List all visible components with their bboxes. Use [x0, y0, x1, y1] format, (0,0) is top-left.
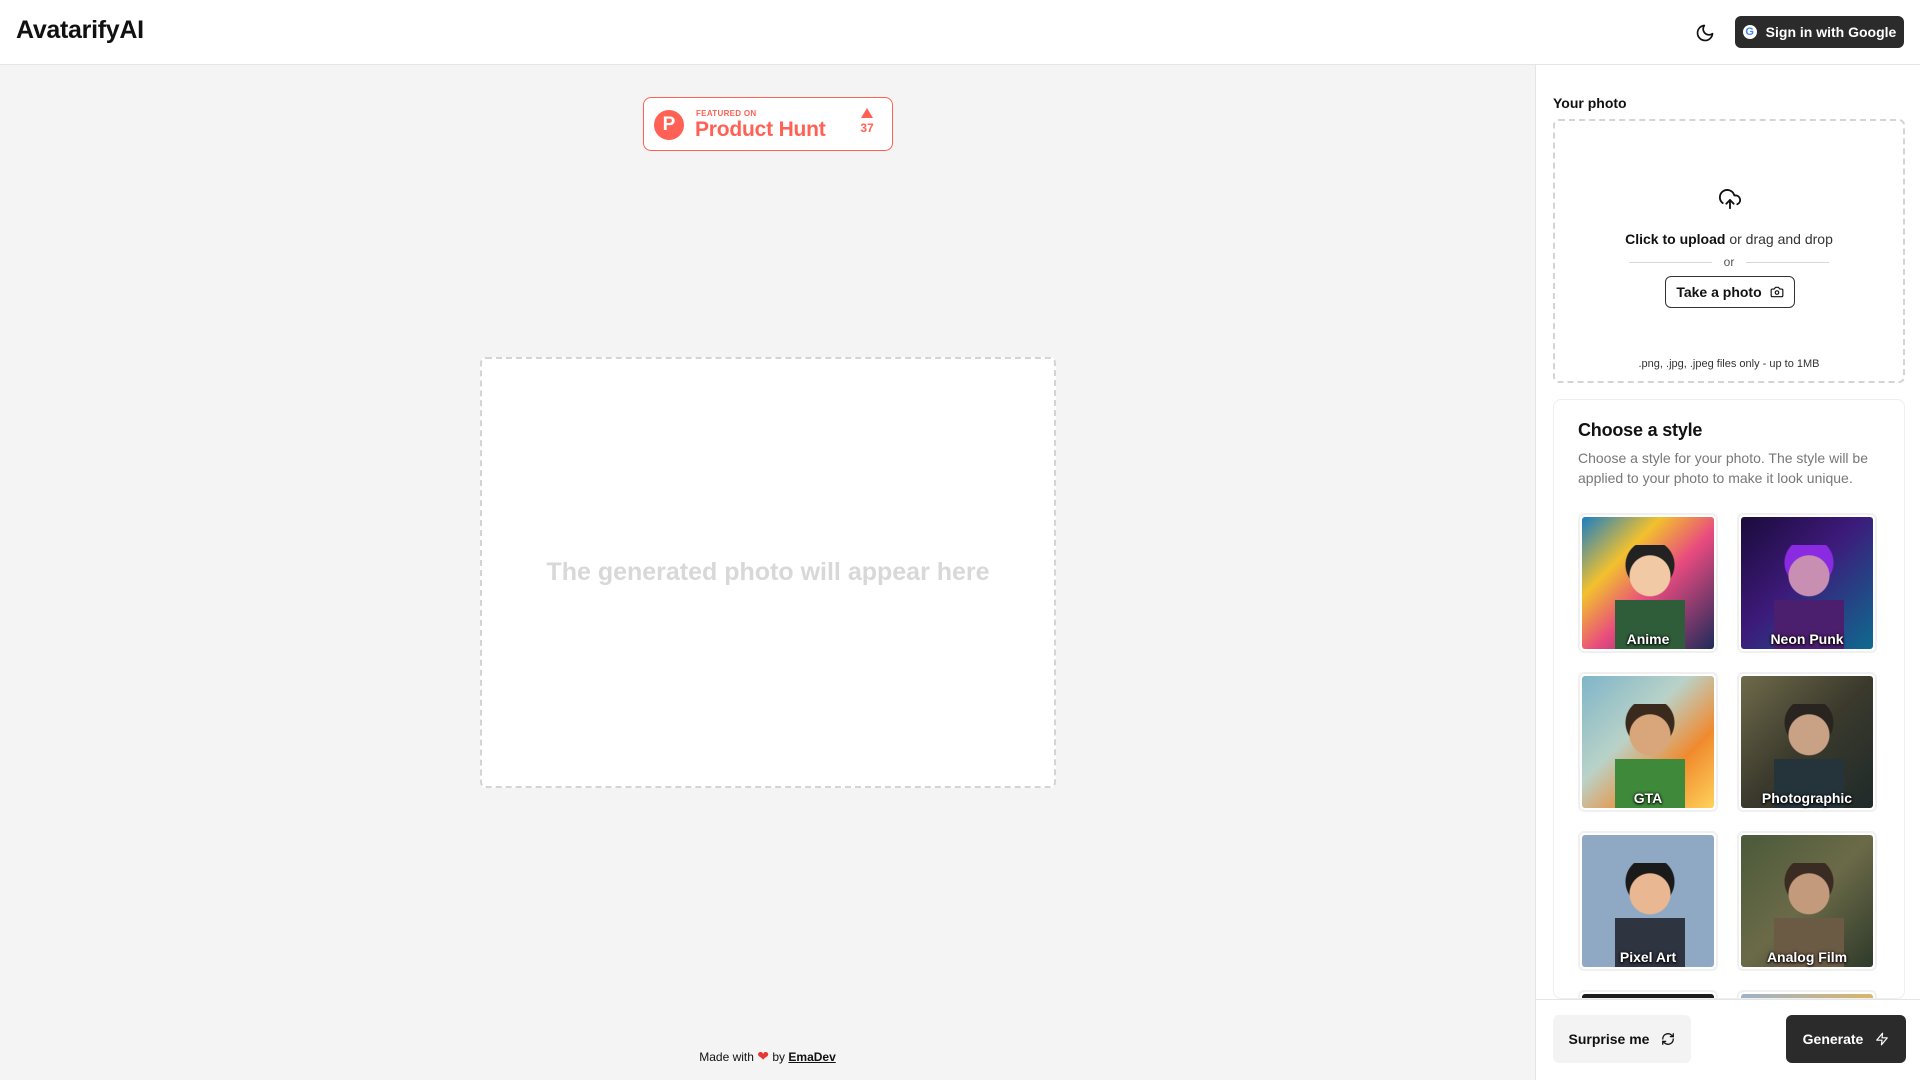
app-logo[interactable]: AvatarifyAI [16, 16, 144, 45]
divider-line [1746, 261, 1830, 263]
style-neon-punk[interactable]: Neon Punk [1737, 513, 1877, 653]
style-label: Neon Punk [1770, 631, 1844, 647]
style-gta[interactable]: GTA [1578, 672, 1718, 812]
style-anime[interactable]: Anime [1578, 513, 1718, 653]
style-analog-film[interactable]: Analog Film [1737, 831, 1877, 971]
divider-line [1629, 261, 1712, 263]
footer-made-with: Made with [699, 1050, 754, 1064]
pixel-art-thumbnail [1582, 835, 1714, 967]
product-hunt-badge[interactable]: P FEATURED ON Product Hunt 37 [643, 97, 893, 151]
theme-toggle-button[interactable] [1690, 18, 1720, 48]
lightning-icon [1876, 1032, 1889, 1046]
sign-in-label: Sign in with Google [1765, 24, 1897, 40]
style-label: GTA [1633, 790, 1663, 806]
neon-punk-thumbnail [1741, 517, 1873, 649]
analog-film-thumbnail [1741, 835, 1873, 967]
style-label: Anime [1626, 631, 1670, 647]
google-icon: G [1742, 25, 1757, 39]
choose-style-title: Choose a style [1578, 420, 1703, 440]
placeholder-text: The generated photo will appear here [546, 558, 990, 586]
preview-area: P FEATURED ON Product Hunt 37 The genera… [0, 65, 1535, 1080]
product-hunt-featured-label: FEATURED ON [696, 109, 757, 118]
style-pixel-art[interactable]: Pixel Art [1578, 831, 1718, 971]
drag-drop-text: or drag and drop [1729, 231, 1833, 247]
style-chooser: Choose a style Choose a style for your p… [1553, 399, 1905, 999]
sign-in-google-button[interactable]: G Sign in with Google [1735, 16, 1904, 48]
or-divider: or [1629, 255, 1830, 269]
take-photo-label: Take a photo [1676, 284, 1762, 300]
style-label: Pixel Art [1619, 949, 1677, 965]
surprise-me-button[interactable]: Surprise me [1553, 1015, 1691, 1063]
style-tile-partial[interactable] [1578, 990, 1718, 998]
vote-count: 37 [860, 121, 874, 135]
settings-sidebar: Your photo Click to upload or drag and d… [1535, 65, 1920, 1080]
author-link[interactable]: EmaDev [788, 1050, 835, 1064]
generated-photo-placeholder: The generated photo will appear here [480, 357, 1056, 788]
click-to-upload-text[interactable]: Click to upload [1625, 231, 1725, 247]
choose-style-description: Choose a style for your photo. The style… [1578, 450, 1869, 486]
or-text: or [1723, 255, 1735, 269]
gta-thumbnail [1582, 676, 1714, 808]
product-hunt-name: Product Hunt [695, 118, 826, 141]
footer-by: by [772, 1050, 786, 1064]
heart-icon: ❤ [757, 1048, 770, 1064]
surprise-me-label: Surprise me [1568, 1031, 1650, 1047]
your-photo-label: Your photo [1553, 95, 1627, 111]
shuffle-icon [1662, 1033, 1675, 1045]
moon-icon [1696, 24, 1714, 42]
product-hunt-votes: 37 [852, 108, 882, 135]
style-photographic[interactable]: Photographic [1737, 672, 1877, 812]
photographic-thumbnail [1741, 676, 1873, 808]
camera-icon [1770, 286, 1784, 298]
generate-button[interactable]: Generate [1786, 1015, 1906, 1063]
generate-label: Generate [1802, 1031, 1864, 1047]
action-bar: Surprise me Generate [1536, 999, 1920, 1080]
upvote-arrow-icon [861, 108, 873, 118]
anime-thumbnail [1582, 517, 1714, 649]
style-tile-partial[interactable] [1737, 990, 1877, 998]
app-header: AvatarifyAI G Sign in with Google [0, 0, 1920, 65]
file-type-note: .png, .jpg, .jpeg files only - up to 1MB [1638, 358, 1820, 370]
upload-instructions: Click to upload or drag and drop [1555, 231, 1903, 247]
style-label: Analog Film [1766, 949, 1848, 965]
upload-dropzone[interactable]: Click to upload or drag and drop or Take… [1553, 119, 1905, 383]
product-hunt-logo: P [654, 110, 684, 140]
cloud-upload-icon [1719, 189, 1741, 210]
style-label: Photographic [1761, 790, 1853, 806]
footer: Made with ❤ by EmaDev [0, 1048, 1535, 1065]
take-photo-button[interactable]: Take a photo [1665, 276, 1795, 308]
